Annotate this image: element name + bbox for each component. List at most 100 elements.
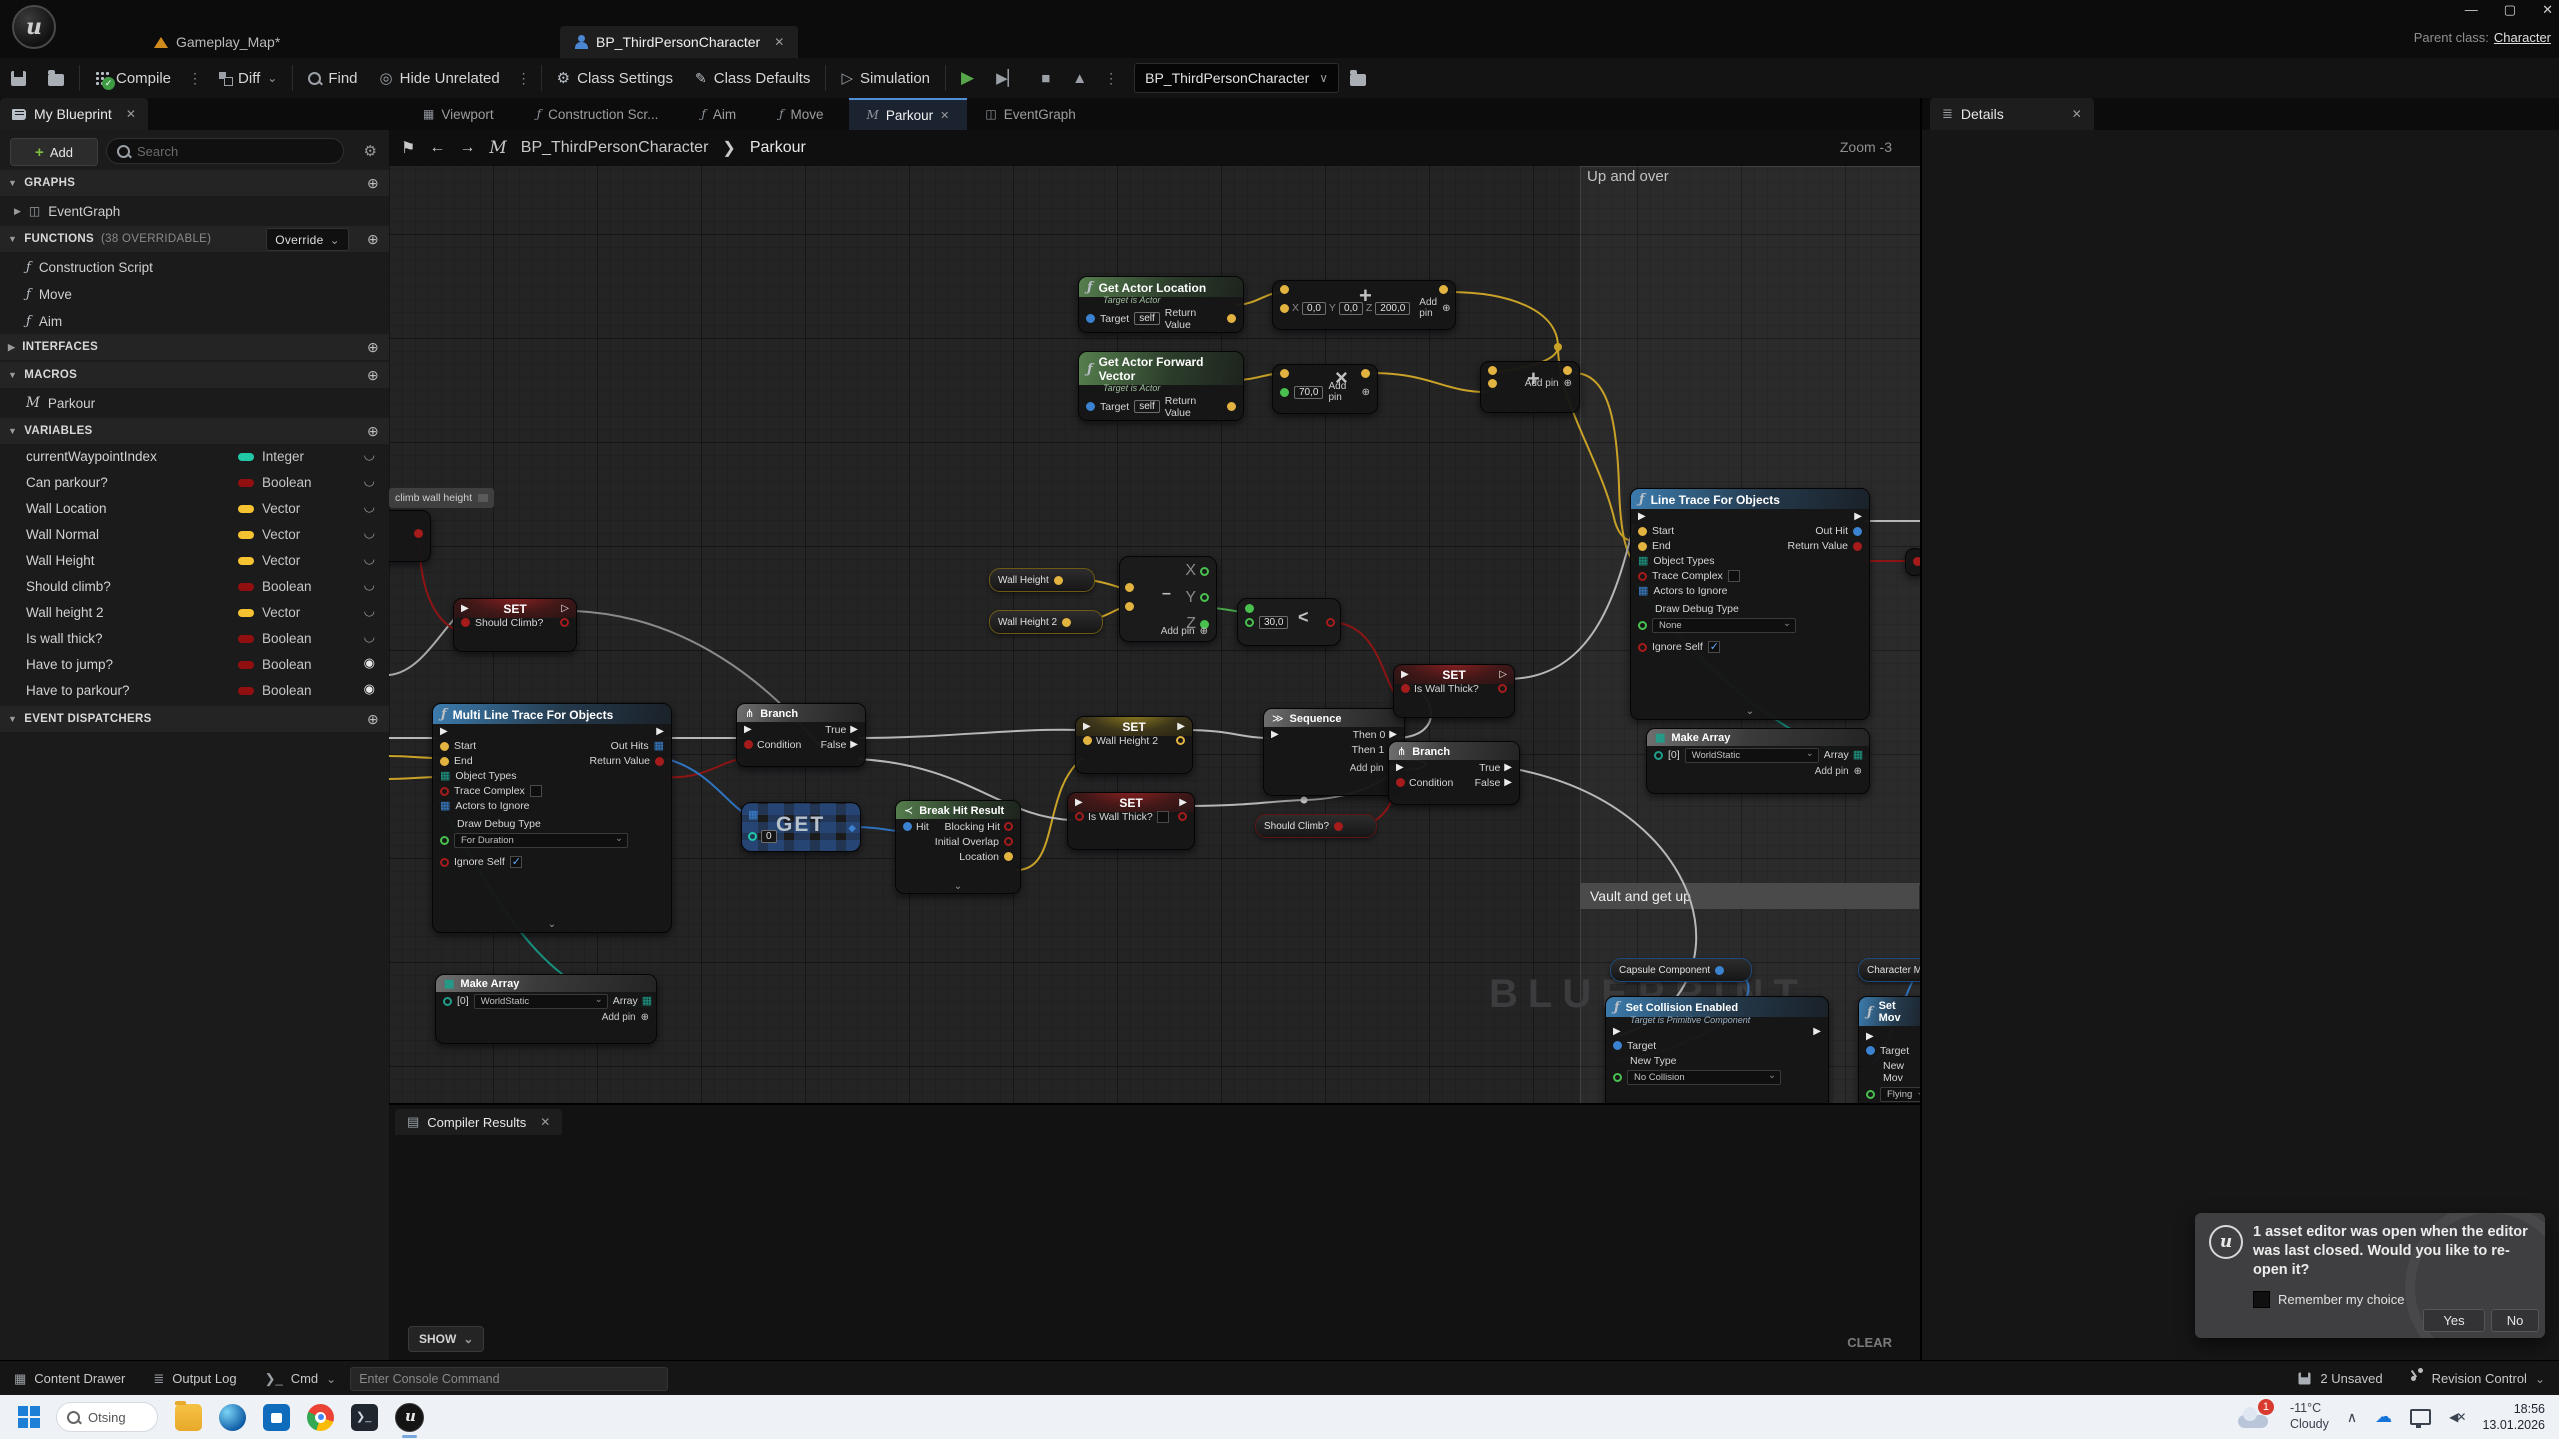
variable-type-pill[interactable] bbox=[238, 687, 254, 695]
variable-type-pill[interactable] bbox=[238, 583, 254, 591]
console-command-input[interactable]: Enter Console Command bbox=[350, 1367, 668, 1391]
add-pin-label[interactable]: Add pin bbox=[1815, 766, 1849, 777]
collapse-icon[interactable]: ▼ bbox=[8, 370, 17, 380]
pin-out[interactable] bbox=[1563, 366, 1572, 375]
close-icon[interactable]: ✕ bbox=[940, 109, 949, 122]
node-line-trace-for-objects[interactable]: ƒ Line Trace For Objects ▶ ▶ Start Out H… bbox=[1630, 488, 1870, 720]
variable-visibility-eye-icon[interactable] bbox=[364, 655, 375, 671]
exec-out-pin[interactable]: ▶ bbox=[1854, 512, 1862, 522]
play-options-icon[interactable]: ⋮ bbox=[1098, 70, 1124, 87]
node-make-array-right[interactable]: ▦ Make Array [0] WorldStatic Array▦ Add … bbox=[1646, 728, 1870, 794]
exec-in-pin[interactable]: ▶ bbox=[440, 727, 448, 737]
tab-bp-thirdpersoncharacter[interactable]: BP_ThirdPersonCharacter ✕ bbox=[560, 26, 798, 58]
unsaved-button[interactable]: 2 Unsaved bbox=[2283, 1361, 2396, 1396]
eject-button[interactable]: ▲ bbox=[1061, 58, 1098, 98]
pin-end[interactable] bbox=[1638, 542, 1647, 551]
hide-unrelated-button[interactable]: ◎ Hide Unrelated bbox=[369, 58, 511, 98]
cmd-dropdown[interactable]: ❯_ Cmd ⌄ bbox=[251, 1361, 351, 1396]
variable-visibility-eye-icon[interactable] bbox=[364, 681, 375, 697]
variable-row[interactable]: Have to jump? Boolean bbox=[0, 652, 389, 678]
macro-item-parkour[interactable]: M Parkour bbox=[0, 390, 389, 416]
pin-in-bool[interactable] bbox=[1913, 557, 1920, 566]
exec-in-pin[interactable]: ▶ bbox=[461, 604, 469, 614]
target-value[interactable]: self bbox=[1134, 312, 1160, 325]
exec-in-pin[interactable]: ▶ bbox=[744, 725, 752, 735]
exec-out-pin[interactable]: ▶ bbox=[1179, 798, 1187, 808]
weather-widget[interactable]: 1 bbox=[2238, 1404, 2272, 1430]
class-defaults-button[interactable]: ✎ Class Defaults bbox=[684, 58, 821, 98]
variable-type-pill[interactable] bbox=[238, 505, 254, 513]
collapse-icon[interactable]: ▼ bbox=[8, 178, 17, 188]
pin-in-1[interactable] bbox=[1125, 583, 1134, 592]
save-button[interactable] bbox=[0, 58, 37, 98]
pin-in-2[interactable] bbox=[1245, 618, 1254, 627]
pin-location[interactable] bbox=[1004, 852, 1013, 861]
collapse-icon[interactable]: ▼ bbox=[8, 714, 17, 724]
close-button[interactable]: ✕ bbox=[2542, 2, 2553, 18]
pin-object-types-array[interactable]: ▦ bbox=[1638, 557, 1648, 566]
variable-visibility-eye-icon[interactable] bbox=[364, 551, 375, 567]
pin-element-0[interactable] bbox=[443, 997, 452, 1006]
variable-type-pill[interactable] bbox=[238, 635, 254, 643]
remember-checkbox[interactable] bbox=[2253, 1291, 2270, 1308]
pin-condition[interactable] bbox=[744, 740, 753, 749]
variable-visibility-eye-icon[interactable] bbox=[364, 447, 375, 463]
getter-character-movement[interactable]: Character M bbox=[1858, 958, 1920, 982]
value-checkbox[interactable] bbox=[1157, 811, 1169, 823]
node-add-vector-2[interactable]: + Add pin⊕ bbox=[1480, 361, 1580, 413]
trace-complex-checkbox[interactable] bbox=[530, 785, 542, 797]
variable-type-pill[interactable] bbox=[238, 609, 254, 617]
debug-object-dropdown[interactable]: BP_ThirdPersonCharacter ∨ bbox=[1134, 63, 1339, 93]
add-pin-icon[interactable]: ⊕ bbox=[1200, 626, 1208, 637]
pin-out-hit[interactable] bbox=[1853, 527, 1862, 536]
add-pin-icon[interactable]: ⊕ bbox=[1564, 378, 1572, 389]
pin-out[interactable] bbox=[1178, 812, 1187, 821]
exec-out-pin[interactable]: ▶ bbox=[1177, 722, 1185, 732]
pin-start[interactable] bbox=[1638, 527, 1647, 536]
node-set-collision-enabled[interactable]: ƒ Set Collision Enabled Target is Primit… bbox=[1605, 996, 1829, 1103]
variable-row[interactable]: Wall height 2 Vector bbox=[0, 600, 389, 626]
pin-is-wall-thick[interactable] bbox=[1075, 812, 1084, 821]
play-button[interactable]: ▶ bbox=[950, 58, 985, 98]
add-interface-icon[interactable]: ⊕ bbox=[367, 339, 379, 356]
node-multiply[interactable]: × 70,0 Add pin⊕ bbox=[1272, 364, 1378, 414]
getter-wall-height-2[interactable]: Wall Height 2 bbox=[989, 610, 1103, 634]
pin-out[interactable] bbox=[1715, 966, 1724, 975]
node-set-should-climb[interactable]: SET ▶ ▷ Should Climb? bbox=[453, 598, 577, 652]
add-pin-label[interactable]: Add pin bbox=[1350, 763, 1384, 774]
frame-skip-button[interactable]: ▶▏ bbox=[985, 58, 1030, 98]
simulation-button[interactable]: ▷ Simulation bbox=[830, 58, 941, 98]
trace-complex-checkbox[interactable] bbox=[1728, 570, 1740, 582]
volume-muted-icon[interactable]: ◀✕ bbox=[2449, 1410, 2464, 1424]
exec-true-pin[interactable]: ▶ bbox=[850, 725, 858, 735]
close-icon[interactable]: ✕ bbox=[2072, 107, 2082, 121]
variable-visibility-eye-icon[interactable] bbox=[364, 525, 375, 541]
variable-row[interactable]: Is wall thick? Boolean bbox=[0, 626, 389, 652]
exec-out-pin[interactable]: ▷ bbox=[1499, 670, 1507, 680]
edge-icon[interactable] bbox=[219, 1404, 246, 1431]
graph-tab[interactable]: ƒ Move bbox=[761, 98, 848, 130]
graph-tab[interactable]: ƒ Aim bbox=[683, 98, 761, 130]
minimize-button[interactable]: — bbox=[2465, 2, 2478, 18]
comment-climb-wall-height[interactable]: climb wall height bbox=[389, 488, 494, 508]
parent-class-link[interactable]: Character bbox=[2494, 30, 2551, 45]
element-dropdown[interactable]: WorldStatic bbox=[1685, 748, 1819, 763]
add-pin-label[interactable]: Add pin bbox=[602, 1012, 636, 1023]
exec-in-pin[interactable]: ▶ bbox=[1396, 763, 1404, 773]
pin-in[interactable] bbox=[1280, 304, 1289, 313]
compile-options-icon[interactable]: ⋮ bbox=[182, 70, 208, 87]
graph-tab[interactable]: ◫ EventGraph bbox=[967, 98, 1100, 130]
tab-my-blueprint[interactable]: My Blueprint ✕ bbox=[0, 98, 148, 130]
pin-index[interactable] bbox=[748, 832, 757, 841]
pin-in-1[interactable] bbox=[1245, 604, 1254, 613]
pin-should-climb[interactable] bbox=[461, 618, 470, 627]
pin-is-wall-thick[interactable] bbox=[1401, 684, 1410, 693]
node-sequence[interactable]: ≫ Sequence ▶ Then 0▶ Then 1▶ Add pin⊕ bbox=[1263, 708, 1405, 796]
pin-initial-overlap[interactable] bbox=[1004, 837, 1013, 846]
pin-out[interactable] bbox=[1062, 618, 1071, 627]
add-macro-icon[interactable]: ⊕ bbox=[367, 367, 379, 384]
exec-in-pin[interactable]: ▶ bbox=[1866, 1032, 1874, 1042]
class-settings-button[interactable]: ⚙ Class Settings bbox=[546, 58, 684, 98]
exec-true-pin[interactable]: ▶ bbox=[1504, 763, 1512, 773]
pin-start[interactable] bbox=[440, 742, 449, 751]
